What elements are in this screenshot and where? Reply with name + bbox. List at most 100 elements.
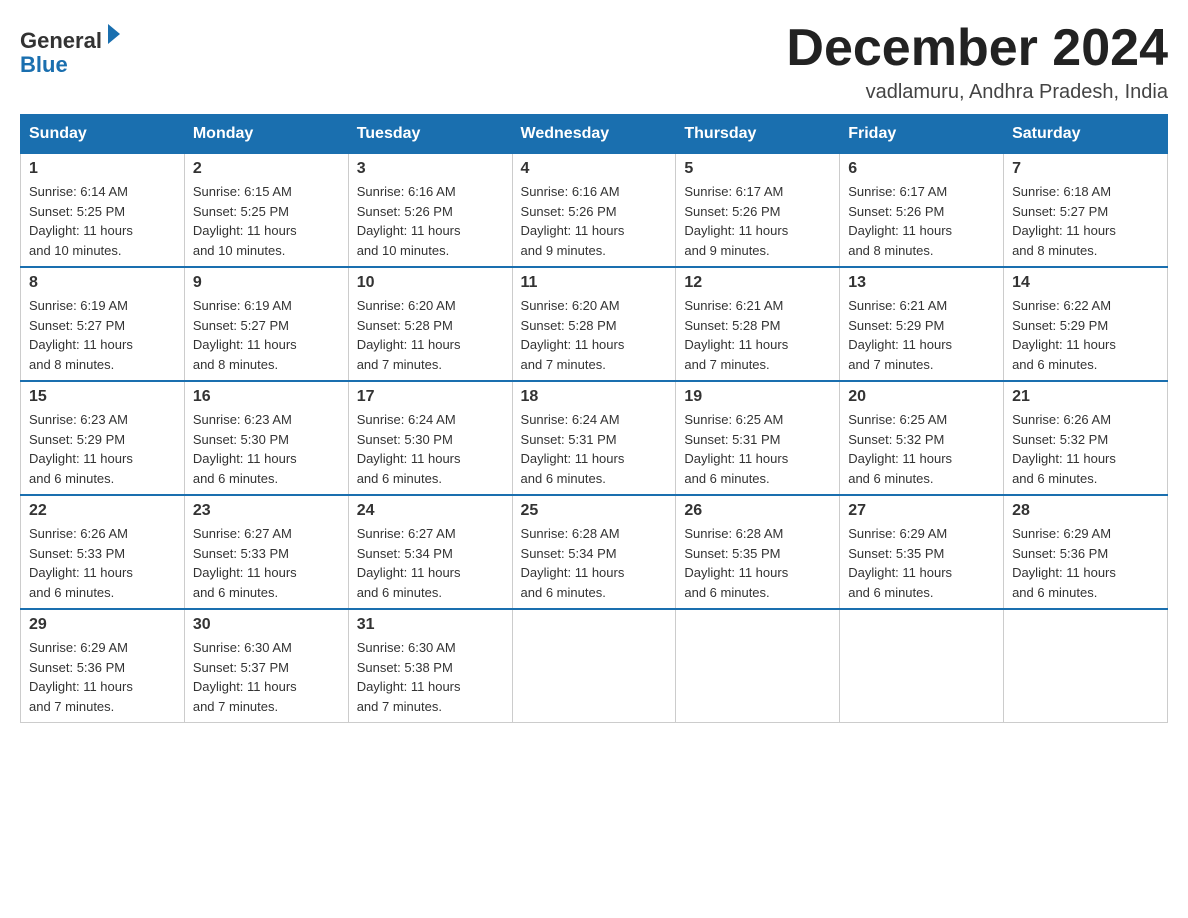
- day-cell: 31 Sunrise: 6:30 AM Sunset: 5:38 PM Dayl…: [348, 609, 512, 723]
- day-cell: [840, 609, 1004, 723]
- day-info: Sunrise: 6:30 AM Sunset: 5:37 PM Dayligh…: [193, 638, 340, 716]
- day-cell: 12 Sunrise: 6:21 AM Sunset: 5:28 PM Dayl…: [676, 267, 840, 381]
- day-number: 8: [29, 274, 176, 292]
- day-info: Sunrise: 6:24 AM Sunset: 5:31 PM Dayligh…: [521, 410, 668, 488]
- header-row: SundayMondayTuesdayWednesdayThursdayFrid…: [21, 115, 1168, 154]
- day-number: 17: [357, 388, 504, 406]
- day-info: Sunrise: 6:19 AM Sunset: 5:27 PM Dayligh…: [193, 296, 340, 374]
- day-cell: 18 Sunrise: 6:24 AM Sunset: 5:31 PM Dayl…: [512, 381, 676, 495]
- day-number: 25: [521, 502, 668, 520]
- day-info: Sunrise: 6:26 AM Sunset: 5:33 PM Dayligh…: [29, 524, 176, 602]
- day-cell: 9 Sunrise: 6:19 AM Sunset: 5:27 PM Dayli…: [184, 267, 348, 381]
- month-year: December 2024: [786, 20, 1168, 77]
- day-number: 1: [29, 160, 176, 178]
- day-info: Sunrise: 6:30 AM Sunset: 5:38 PM Dayligh…: [357, 638, 504, 716]
- day-number: 18: [521, 388, 668, 406]
- svg-text:General: General: [20, 28, 102, 53]
- day-cell: 2 Sunrise: 6:15 AM Sunset: 5:25 PM Dayli…: [184, 154, 348, 268]
- header-tuesday: Tuesday: [348, 115, 512, 154]
- location: vadlamuru, Andhra Pradesh, India: [786, 81, 1168, 104]
- day-number: 7: [1012, 160, 1159, 178]
- day-info: Sunrise: 6:17 AM Sunset: 5:26 PM Dayligh…: [848, 182, 995, 260]
- day-number: 13: [848, 274, 995, 292]
- day-cell: 20 Sunrise: 6:25 AM Sunset: 5:32 PM Dayl…: [840, 381, 1004, 495]
- week-row-5: 29 Sunrise: 6:29 AM Sunset: 5:36 PM Dayl…: [21, 609, 1168, 723]
- day-cell: 15 Sunrise: 6:23 AM Sunset: 5:29 PM Dayl…: [21, 381, 185, 495]
- day-info: Sunrise: 6:23 AM Sunset: 5:30 PM Dayligh…: [193, 410, 340, 488]
- header-sunday: Sunday: [21, 115, 185, 154]
- day-number: 19: [684, 388, 831, 406]
- day-cell: 22 Sunrise: 6:26 AM Sunset: 5:33 PM Dayl…: [21, 495, 185, 609]
- day-number: 31: [357, 616, 504, 634]
- day-info: Sunrise: 6:26 AM Sunset: 5:32 PM Dayligh…: [1012, 410, 1159, 488]
- day-cell: 16 Sunrise: 6:23 AM Sunset: 5:30 PM Dayl…: [184, 381, 348, 495]
- day-cell: [1004, 609, 1168, 723]
- day-cell: 10 Sunrise: 6:20 AM Sunset: 5:28 PM Dayl…: [348, 267, 512, 381]
- day-info: Sunrise: 6:19 AM Sunset: 5:27 PM Dayligh…: [29, 296, 176, 374]
- day-cell: 24 Sunrise: 6:27 AM Sunset: 5:34 PM Dayl…: [348, 495, 512, 609]
- day-cell: 4 Sunrise: 6:16 AM Sunset: 5:26 PM Dayli…: [512, 154, 676, 268]
- day-cell: 30 Sunrise: 6:30 AM Sunset: 5:37 PM Dayl…: [184, 609, 348, 723]
- day-number: 26: [684, 502, 831, 520]
- calendar-table: SundayMondayTuesdayWednesdayThursdayFrid…: [20, 114, 1168, 723]
- day-number: 28: [1012, 502, 1159, 520]
- day-number: 5: [684, 160, 831, 178]
- day-info: Sunrise: 6:15 AM Sunset: 5:25 PM Dayligh…: [193, 182, 340, 260]
- week-row-3: 15 Sunrise: 6:23 AM Sunset: 5:29 PM Dayl…: [21, 381, 1168, 495]
- day-info: Sunrise: 6:29 AM Sunset: 5:36 PM Dayligh…: [29, 638, 176, 716]
- day-info: Sunrise: 6:17 AM Sunset: 5:26 PM Dayligh…: [684, 182, 831, 260]
- day-cell: 19 Sunrise: 6:25 AM Sunset: 5:31 PM Dayl…: [676, 381, 840, 495]
- day-cell: 13 Sunrise: 6:21 AM Sunset: 5:29 PM Dayl…: [840, 267, 1004, 381]
- day-number: 12: [684, 274, 831, 292]
- day-info: Sunrise: 6:27 AM Sunset: 5:33 PM Dayligh…: [193, 524, 340, 602]
- day-number: 6: [848, 160, 995, 178]
- week-row-1: 1 Sunrise: 6:14 AM Sunset: 5:25 PM Dayli…: [21, 154, 1168, 268]
- day-info: Sunrise: 6:21 AM Sunset: 5:28 PM Dayligh…: [684, 296, 831, 374]
- header-saturday: Saturday: [1004, 115, 1168, 154]
- day-info: Sunrise: 6:29 AM Sunset: 5:36 PM Dayligh…: [1012, 524, 1159, 602]
- day-cell: 23 Sunrise: 6:27 AM Sunset: 5:33 PM Dayl…: [184, 495, 348, 609]
- day-info: Sunrise: 6:28 AM Sunset: 5:35 PM Dayligh…: [684, 524, 831, 602]
- day-cell: 5 Sunrise: 6:17 AM Sunset: 5:26 PM Dayli…: [676, 154, 840, 268]
- day-info: Sunrise: 6:20 AM Sunset: 5:28 PM Dayligh…: [357, 296, 504, 374]
- day-info: Sunrise: 6:14 AM Sunset: 5:25 PM Dayligh…: [29, 182, 176, 260]
- day-cell: 1 Sunrise: 6:14 AM Sunset: 5:25 PM Dayli…: [21, 154, 185, 268]
- day-info: Sunrise: 6:25 AM Sunset: 5:31 PM Dayligh…: [684, 410, 831, 488]
- day-cell: 7 Sunrise: 6:18 AM Sunset: 5:27 PM Dayli…: [1004, 154, 1168, 268]
- logo: General Blue: [20, 20, 120, 85]
- day-number: 10: [357, 274, 504, 292]
- day-cell: [512, 609, 676, 723]
- day-number: 23: [193, 502, 340, 520]
- day-cell: 6 Sunrise: 6:17 AM Sunset: 5:26 PM Dayli…: [840, 154, 1004, 268]
- day-info: Sunrise: 6:21 AM Sunset: 5:29 PM Dayligh…: [848, 296, 995, 374]
- day-number: 16: [193, 388, 340, 406]
- page-header: General Blue December 2024 vadlamuru, An…: [20, 20, 1168, 104]
- day-cell: 14 Sunrise: 6:22 AM Sunset: 5:29 PM Dayl…: [1004, 267, 1168, 381]
- day-cell: 21 Sunrise: 6:26 AM Sunset: 5:32 PM Dayl…: [1004, 381, 1168, 495]
- day-cell: 8 Sunrise: 6:19 AM Sunset: 5:27 PM Dayli…: [21, 267, 185, 381]
- day-cell: 17 Sunrise: 6:24 AM Sunset: 5:30 PM Dayl…: [348, 381, 512, 495]
- day-cell: 29 Sunrise: 6:29 AM Sunset: 5:36 PM Dayl…: [21, 609, 185, 723]
- day-cell: 3 Sunrise: 6:16 AM Sunset: 5:26 PM Dayli…: [348, 154, 512, 268]
- day-number: 11: [521, 274, 668, 292]
- day-info: Sunrise: 6:23 AM Sunset: 5:29 PM Dayligh…: [29, 410, 176, 488]
- day-number: 4: [521, 160, 668, 178]
- day-cell: [676, 609, 840, 723]
- header-thursday: Thursday: [676, 115, 840, 154]
- day-info: Sunrise: 6:28 AM Sunset: 5:34 PM Dayligh…: [521, 524, 668, 602]
- day-number: 9: [193, 274, 340, 292]
- day-info: Sunrise: 6:25 AM Sunset: 5:32 PM Dayligh…: [848, 410, 995, 488]
- day-number: 2: [193, 160, 340, 178]
- day-number: 22: [29, 502, 176, 520]
- day-cell: 26 Sunrise: 6:28 AM Sunset: 5:35 PM Dayl…: [676, 495, 840, 609]
- day-number: 3: [357, 160, 504, 178]
- header-monday: Monday: [184, 115, 348, 154]
- day-info: Sunrise: 6:22 AM Sunset: 5:29 PM Dayligh…: [1012, 296, 1159, 374]
- day-info: Sunrise: 6:27 AM Sunset: 5:34 PM Dayligh…: [357, 524, 504, 602]
- day-info: Sunrise: 6:16 AM Sunset: 5:26 PM Dayligh…: [357, 182, 504, 260]
- day-info: Sunrise: 6:16 AM Sunset: 5:26 PM Dayligh…: [521, 182, 668, 260]
- day-info: Sunrise: 6:20 AM Sunset: 5:28 PM Dayligh…: [521, 296, 668, 374]
- day-number: 14: [1012, 274, 1159, 292]
- day-cell: 25 Sunrise: 6:28 AM Sunset: 5:34 PM Dayl…: [512, 495, 676, 609]
- day-number: 20: [848, 388, 995, 406]
